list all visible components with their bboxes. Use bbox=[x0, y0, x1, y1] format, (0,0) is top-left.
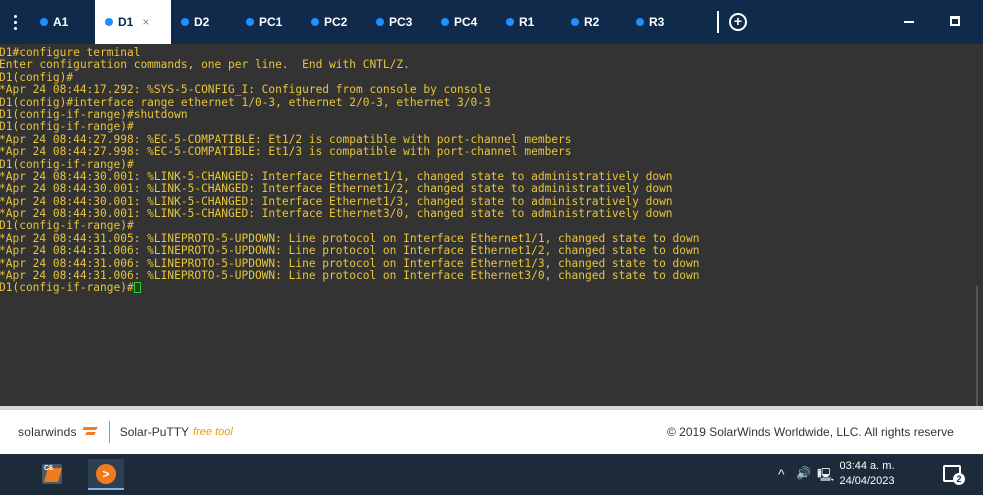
terminal-line: *Apr 24 08:44:31.005: %LINEPROTO-5-UPDOW… bbox=[0, 232, 700, 245]
brand-mark-icon bbox=[81, 425, 99, 439]
tab-pc1[interactable]: PC1 bbox=[236, 0, 301, 44]
clock-date: 24/04/2023 bbox=[839, 475, 895, 487]
tab-label: R1 bbox=[519, 15, 535, 29]
tab-d1[interactable]: D1 × bbox=[95, 0, 171, 44]
terminal-line: D1(config-if-range)# bbox=[0, 158, 134, 171]
status-dot-icon bbox=[441, 18, 449, 26]
tab-list: A1 D1 × D2 PC1 PC2 PC3 PC4 R1 R2 R3 bbox=[30, 0, 691, 44]
tab-pc3[interactable]: PC3 bbox=[366, 0, 431, 44]
terminal-line: D1(config)#interface range ethernet 1/0-… bbox=[0, 96, 491, 109]
solar-putty-icon: > bbox=[96, 464, 116, 484]
free-tool-label[interactable]: free tool bbox=[193, 426, 233, 438]
tab-label: PC1 bbox=[259, 15, 283, 29]
terminal-prompt: D1(config-if-range)# bbox=[0, 282, 134, 295]
tab-a1[interactable]: A1 bbox=[30, 0, 95, 44]
terminal-line: D1#configure terminal bbox=[0, 47, 141, 59]
tab-separator bbox=[717, 11, 719, 33]
terminal-line: *Apr 24 08:44:30.001: %LINK-5-CHANGED: I… bbox=[0, 183, 673, 196]
status-dot-icon bbox=[181, 18, 189, 26]
status-dot-icon bbox=[506, 18, 514, 26]
taskbar-app-gns3[interactable]: C6 bbox=[40, 462, 64, 486]
brand-name: solarwinds bbox=[18, 425, 77, 439]
tab-r1[interactable]: R1 bbox=[496, 0, 561, 44]
active-indicator bbox=[88, 488, 124, 490]
terminal-line: *Apr 24 08:44:27.998: %EC-5-COMPATIBLE: … bbox=[0, 133, 572, 146]
volume-icon[interactable]: 🔊 bbox=[796, 466, 811, 480]
terminal-line: D1(config)# bbox=[0, 71, 74, 84]
tab-label: PC3 bbox=[389, 15, 413, 29]
minimize-icon[interactable] bbox=[904, 21, 914, 23]
terminal-line: *Apr 24 08:44:31.006: %LINEPROTO-5-UPDOW… bbox=[0, 270, 700, 283]
tab-d2[interactable]: D2 bbox=[171, 0, 236, 44]
tab-label: R3 bbox=[649, 15, 665, 29]
tab-label: PC2 bbox=[324, 15, 348, 29]
cursor bbox=[133, 282, 141, 294]
product-name: Solar-PuTTY bbox=[119, 425, 190, 439]
copyright-text: © 2019 SolarWinds Worldwide, LLC. All ri… bbox=[667, 425, 954, 439]
status-dot-icon bbox=[376, 18, 384, 26]
status-dot-icon bbox=[571, 18, 579, 26]
status-dot-icon bbox=[636, 18, 644, 26]
tab-label: PC4 bbox=[454, 15, 478, 29]
brand-logo[interactable]: solarwinds bbox=[18, 425, 99, 439]
notification-count: 2 bbox=[953, 473, 965, 485]
clock-time: 03:44 a. m. bbox=[839, 460, 895, 472]
terminal-line: *Apr 24 08:44:30.001: %LINK-5-CHANGED: I… bbox=[0, 170, 673, 183]
tab-r2[interactable]: R2 bbox=[561, 0, 626, 44]
taskbar-app-solar-putty[interactable]: > bbox=[88, 459, 124, 490]
tab-pc2[interactable]: PC2 bbox=[301, 0, 366, 44]
terminal-line: *Apr 24 08:44:31.006: %LINEPROTO-5-UPDOW… bbox=[0, 257, 700, 270]
scrollbar[interactable] bbox=[976, 286, 978, 406]
kebab-menu-icon[interactable] bbox=[0, 0, 30, 44]
status-dot-icon bbox=[105, 18, 113, 26]
status-dot-icon bbox=[40, 18, 48, 26]
terminal-line: *Apr 24 08:44:17.292: %SYS-5-CONFIG_I: C… bbox=[0, 84, 491, 97]
terminal-line: D1(config-if-range)# bbox=[0, 121, 134, 134]
tab-bar: A1 D1 × D2 PC1 PC2 PC3 PC4 R1 R2 R3 + bbox=[0, 0, 983, 44]
network-icon[interactable]: 🖳 bbox=[817, 466, 834, 488]
maximize-icon[interactable] bbox=[950, 16, 960, 26]
terminal-line: *Apr 24 08:44:31.006: %LINEPROTO-5-UPDOW… bbox=[0, 245, 700, 258]
status-dot-icon bbox=[311, 18, 319, 26]
tab-label: R2 bbox=[584, 15, 600, 29]
status-dot-icon bbox=[246, 18, 254, 26]
tray-chevron-icon[interactable]: ^ bbox=[778, 466, 785, 482]
close-tab-icon[interactable]: × bbox=[142, 15, 149, 29]
tab-label: D2 bbox=[194, 15, 210, 29]
tab-label: A1 bbox=[53, 15, 69, 29]
terminal-line: Enter configuration commands, one per li… bbox=[0, 59, 410, 72]
terminal-line: *Apr 24 08:44:30.001: %LINK-5-CHANGED: I… bbox=[0, 195, 673, 208]
tab-label: D1 bbox=[118, 15, 134, 29]
app-icon-badge: C6 bbox=[44, 465, 53, 472]
terminal-line: D1(config-if-range)#shutdown bbox=[0, 108, 188, 121]
terminal-line: *Apr 24 08:44:30.001: %LINK-5-CHANGED: I… bbox=[0, 208, 673, 221]
footer: solarwinds Solar-PuTTY free tool © 2019 … bbox=[0, 409, 983, 454]
footer-separator bbox=[108, 421, 110, 443]
terminal-prompt-line[interactable]: D1(config-if-range)# bbox=[0, 282, 983, 294]
terminal-line: D1(config-if-range)# bbox=[0, 220, 134, 233]
tab-r3[interactable]: R3 bbox=[626, 0, 691, 44]
terminal-output[interactable]: D1#configure terminal Enter configuration… bbox=[0, 44, 983, 406]
taskbar: C6 > ^ 🔊 🖳 03:44 a. m. 24/04/2023 2 bbox=[0, 454, 983, 495]
tab-pc4[interactable]: PC4 bbox=[431, 0, 496, 44]
terminal-line: *Apr 24 08:44:27.998: %EC-5-COMPATIBLE: … bbox=[0, 146, 572, 159]
clock[interactable]: 03:44 a. m. 24/04/2023 bbox=[839, 459, 895, 489]
add-tab-icon[interactable]: + bbox=[729, 13, 747, 31]
